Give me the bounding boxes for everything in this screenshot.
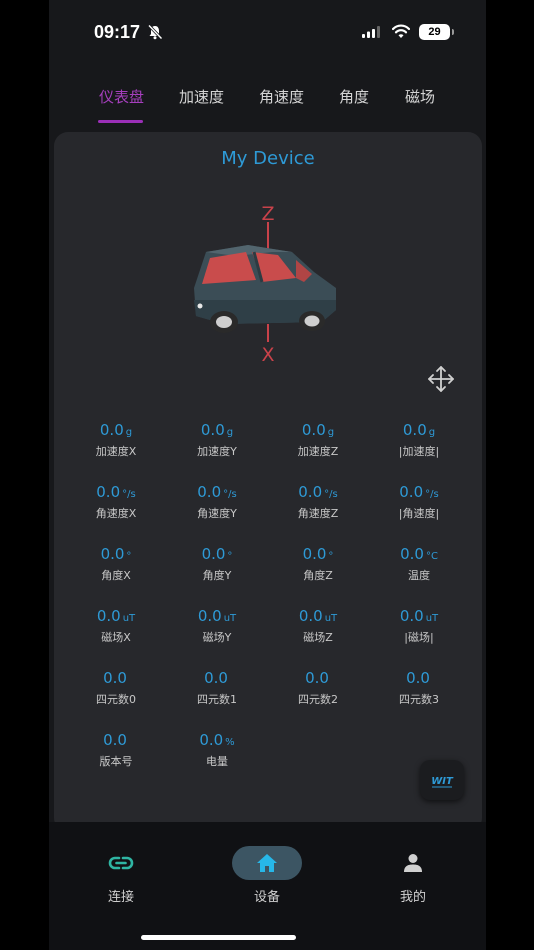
app-screen: 09:17 29 仪表盘 加速度 角速度 角度 磁场 My Device Z X… [49, 0, 486, 950]
reading-mag-x: 0.0 uT 磁场X [96, 607, 136, 644]
wit-fab-button[interactable]: WIT [420, 760, 464, 800]
home-indicator [141, 935, 296, 940]
car-3d-model: Z Y X [194, 203, 336, 366]
tab-angle[interactable]: 角度 [339, 86, 369, 107]
reading-acc-magnitude: 0.0 g |加速度| [398, 421, 440, 458]
tab-magnetic-field[interactable]: 磁场 [405, 86, 435, 107]
battery-indicator: 29 [419, 24, 454, 40]
reading-angle-x: 0.0 ° 角度X [100, 545, 132, 582]
status-bar: 09:17 29 [49, 0, 486, 64]
reading-acc-y: 0.0 g 加速度Y [197, 421, 237, 458]
reading-gyro-magnitude: 0.0 °/s |角速度| [398, 483, 440, 520]
reading-gyro-y: 0.0 °/s 角速度Y [197, 483, 237, 520]
reading-version: 0.0 版本号 [99, 731, 133, 768]
nav-device-label: 设备 [253, 890, 280, 905]
reading-angle-z: 0.0 ° 角度Z [302, 545, 334, 582]
wit-logo-icon: WIT [431, 776, 454, 788]
home-icon [232, 846, 302, 880]
bottom-nav-bar: 连接 设备 我的 [49, 822, 486, 950]
tab-dashboard[interactable]: 仪表盘 [99, 86, 144, 107]
reading-acc-x: 0.0 g 加速度X [95, 421, 137, 458]
reading-quaternion-0: 0.0 四元数0 [96, 669, 136, 706]
tab-active-indicator [98, 120, 143, 123]
reading-gyro-x: 0.0 °/s 角速度X [95, 483, 137, 520]
device-card: My Device Z Y X [54, 132, 482, 832]
reading-angle-y: 0.0 ° 角度Y [201, 545, 233, 582]
reading-battery-level: 0.0% 电量 [199, 731, 235, 768]
tab-angular-velocity[interactable]: 角速度 [259, 86, 304, 107]
nav-profile-label: 我的 [399, 890, 426, 905]
bell-muted-icon [147, 24, 163, 40]
wit-logo-text: WIT [431, 776, 454, 787]
reading-mag-magnitude: 0.0 uT |磁场| [399, 607, 439, 644]
axis-z-label: Z [261, 203, 274, 225]
nav-profile[interactable]: 我的 [373, 846, 453, 905]
reading-temperature: 0.0 °C 温度 [400, 545, 438, 582]
tab-acceleration[interactable]: 加速度 [179, 86, 224, 107]
reading-quaternion-2: 0.0 四元数2 [298, 669, 338, 706]
cellular-signal-icon [362, 26, 380, 38]
reading-quaternion-1: 0.0 四元数1 [197, 669, 237, 706]
nav-connect-label: 连接 [107, 890, 134, 905]
link-icon [86, 846, 156, 880]
reading-mag-y: 0.0 uT 磁场Y [197, 607, 237, 644]
reading-mag-z: 0.0 uT 磁场Z [298, 607, 338, 644]
move-arrows-icon[interactable] [427, 365, 455, 393]
nav-device[interactable]: 设备 [227, 846, 307, 905]
top-tab-bar: 仪表盘 加速度 角速度 角度 磁场 [49, 70, 486, 126]
axis-x-label: X [261, 344, 274, 366]
status-time: 09:17 [94, 22, 141, 42]
nav-connect[interactable]: 连接 [81, 846, 161, 905]
device-title: My Device [221, 148, 315, 169]
person-icon [378, 846, 448, 880]
wifi-icon [392, 24, 410, 38]
reading-quaternion-3: 0.0 四元数3 [399, 669, 439, 706]
reading-gyro-z: 0.0 °/s 角速度Z [297, 483, 339, 520]
reading-acc-z: 0.0 g 加速度Z [297, 421, 339, 458]
